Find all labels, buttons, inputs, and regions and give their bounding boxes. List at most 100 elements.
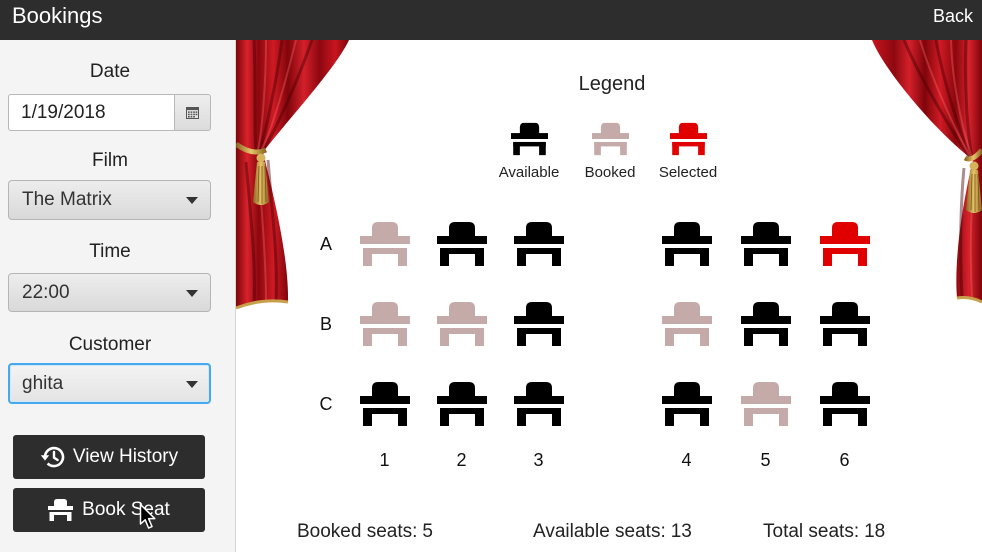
seat-icon bbox=[48, 499, 73, 521]
seat-icon bbox=[437, 222, 487, 266]
column-numbers: 1 2 3 4 5 6 bbox=[306, 444, 884, 476]
seat-b2[interactable] bbox=[423, 302, 500, 346]
column-number: 6 bbox=[839, 449, 850, 470]
seat-c1[interactable] bbox=[346, 382, 423, 426]
column-number: 3 bbox=[533, 449, 544, 470]
seat-icon bbox=[820, 302, 870, 346]
row-label: C bbox=[319, 393, 333, 414]
seat-a1[interactable] bbox=[346, 222, 423, 266]
seat-row-a: A bbox=[306, 204, 884, 284]
column-number: 5 bbox=[760, 449, 771, 470]
book-seat-button[interactable]: Book Seat bbox=[13, 488, 205, 532]
chevron-down-icon bbox=[186, 289, 198, 297]
customer-label: Customer bbox=[68, 334, 152, 355]
customer-select-value: ghita bbox=[22, 372, 64, 394]
customer-select[interactable]: ghita bbox=[8, 363, 211, 404]
seat-icon bbox=[662, 222, 712, 266]
column-number: 1 bbox=[379, 449, 390, 470]
legend-label: Available bbox=[498, 164, 560, 181]
time-select-value: 22:00 bbox=[22, 281, 70, 303]
date-picker bbox=[8, 94, 211, 131]
seat-a6[interactable] bbox=[805, 222, 884, 266]
seat-icon bbox=[662, 382, 712, 426]
seat-b6[interactable] bbox=[805, 302, 884, 346]
calendar-button[interactable] bbox=[174, 94, 211, 131]
seat-icon bbox=[741, 222, 791, 266]
seat-icon bbox=[437, 302, 487, 346]
seat-b1[interactable] bbox=[346, 302, 423, 346]
film-label: Film bbox=[92, 150, 128, 171]
title-bar: Bookings Back bbox=[0, 0, 982, 40]
time-select[interactable]: 22:00 bbox=[8, 273, 211, 312]
time-label: Time bbox=[89, 241, 131, 262]
seat-b3[interactable] bbox=[500, 302, 577, 346]
date-label: Date bbox=[89, 61, 131, 82]
seating-area: Legend Available Booked Selected A B C 1 2 3 4… bbox=[236, 40, 982, 552]
row-label: B bbox=[319, 313, 332, 334]
seat-icon bbox=[360, 382, 410, 426]
seat-icon bbox=[820, 382, 870, 426]
seat-a4[interactable] bbox=[647, 222, 726, 266]
chevron-down-icon bbox=[186, 380, 198, 388]
available-seats-value: 13 bbox=[670, 521, 692, 542]
seat-b5[interactable] bbox=[726, 302, 805, 346]
view-history-label: View History bbox=[72, 446, 179, 467]
seat-a5[interactable] bbox=[726, 222, 805, 266]
sidebar: Date Film The Matrix Time 22:00 Customer… bbox=[0, 40, 236, 552]
row-label: A bbox=[319, 233, 332, 254]
booked-seats-value: 5 bbox=[422, 521, 433, 542]
seat-icon bbox=[741, 302, 791, 346]
seat-icon bbox=[670, 122, 707, 156]
total-seats-label: Total seats: bbox=[763, 521, 860, 542]
seat-icon bbox=[360, 222, 410, 266]
seat-icon bbox=[511, 122, 548, 156]
booked-seats-stat: Booked seats: 5 bbox=[297, 520, 433, 544]
film-select-value: The Matrix bbox=[22, 189, 112, 210]
aisle bbox=[577, 324, 647, 325]
seat-icon bbox=[514, 382, 564, 426]
legend-label: Booked bbox=[584, 164, 636, 181]
total-seats-stat: Total seats: 18 bbox=[763, 520, 885, 544]
seat-c3[interactable] bbox=[500, 382, 577, 426]
history-icon bbox=[40, 446, 65, 468]
legend-label: Selected bbox=[658, 164, 718, 181]
page-title: Bookings bbox=[12, 3, 103, 28]
seat-icon bbox=[662, 302, 712, 346]
chevron-down-icon bbox=[186, 197, 198, 204]
date-input[interactable] bbox=[8, 94, 174, 131]
aisle bbox=[577, 244, 647, 245]
seat-grid: A B C 1 2 3 4 5 6 bbox=[306, 204, 884, 476]
seat-c6[interactable] bbox=[805, 382, 884, 426]
right-curtain bbox=[872, 40, 982, 304]
aisle bbox=[577, 460, 647, 461]
view-history-button[interactable]: View History bbox=[13, 435, 205, 479]
back-button[interactable]: Back bbox=[933, 5, 973, 27]
seat-icon bbox=[741, 382, 791, 426]
seat-icon bbox=[360, 302, 410, 346]
available-seats-label: Available seats: bbox=[533, 521, 666, 542]
seat-a3[interactable] bbox=[500, 222, 577, 266]
seat-b4[interactable] bbox=[647, 302, 726, 346]
legend-item-available: Available bbox=[484, 122, 574, 182]
legend-title: Legend bbox=[578, 73, 646, 95]
seat-icon bbox=[592, 122, 629, 156]
film-select[interactable]: The Matrix bbox=[8, 180, 211, 220]
legend-item-booked: Booked bbox=[565, 122, 655, 182]
book-seat-label: Book Seat bbox=[82, 499, 170, 520]
column-number: 2 bbox=[456, 449, 467, 470]
total-seats-value: 18 bbox=[864, 521, 886, 542]
seat-icon bbox=[820, 222, 870, 266]
seat-a2[interactable] bbox=[423, 222, 500, 266]
seat-icon bbox=[514, 302, 564, 346]
seat-row-b: B bbox=[306, 284, 884, 364]
seat-icon bbox=[437, 382, 487, 426]
seat-row-c: C bbox=[306, 364, 884, 444]
seat-c5[interactable] bbox=[726, 382, 805, 426]
seat-c4[interactable] bbox=[647, 382, 726, 426]
seat-icon bbox=[514, 222, 564, 266]
aisle bbox=[577, 404, 647, 405]
booked-seats-label: Booked seats: bbox=[297, 521, 418, 542]
seat-c2[interactable] bbox=[423, 382, 500, 426]
column-number: 4 bbox=[681, 449, 692, 470]
available-seats-stat: Available seats: 13 bbox=[533, 520, 692, 544]
